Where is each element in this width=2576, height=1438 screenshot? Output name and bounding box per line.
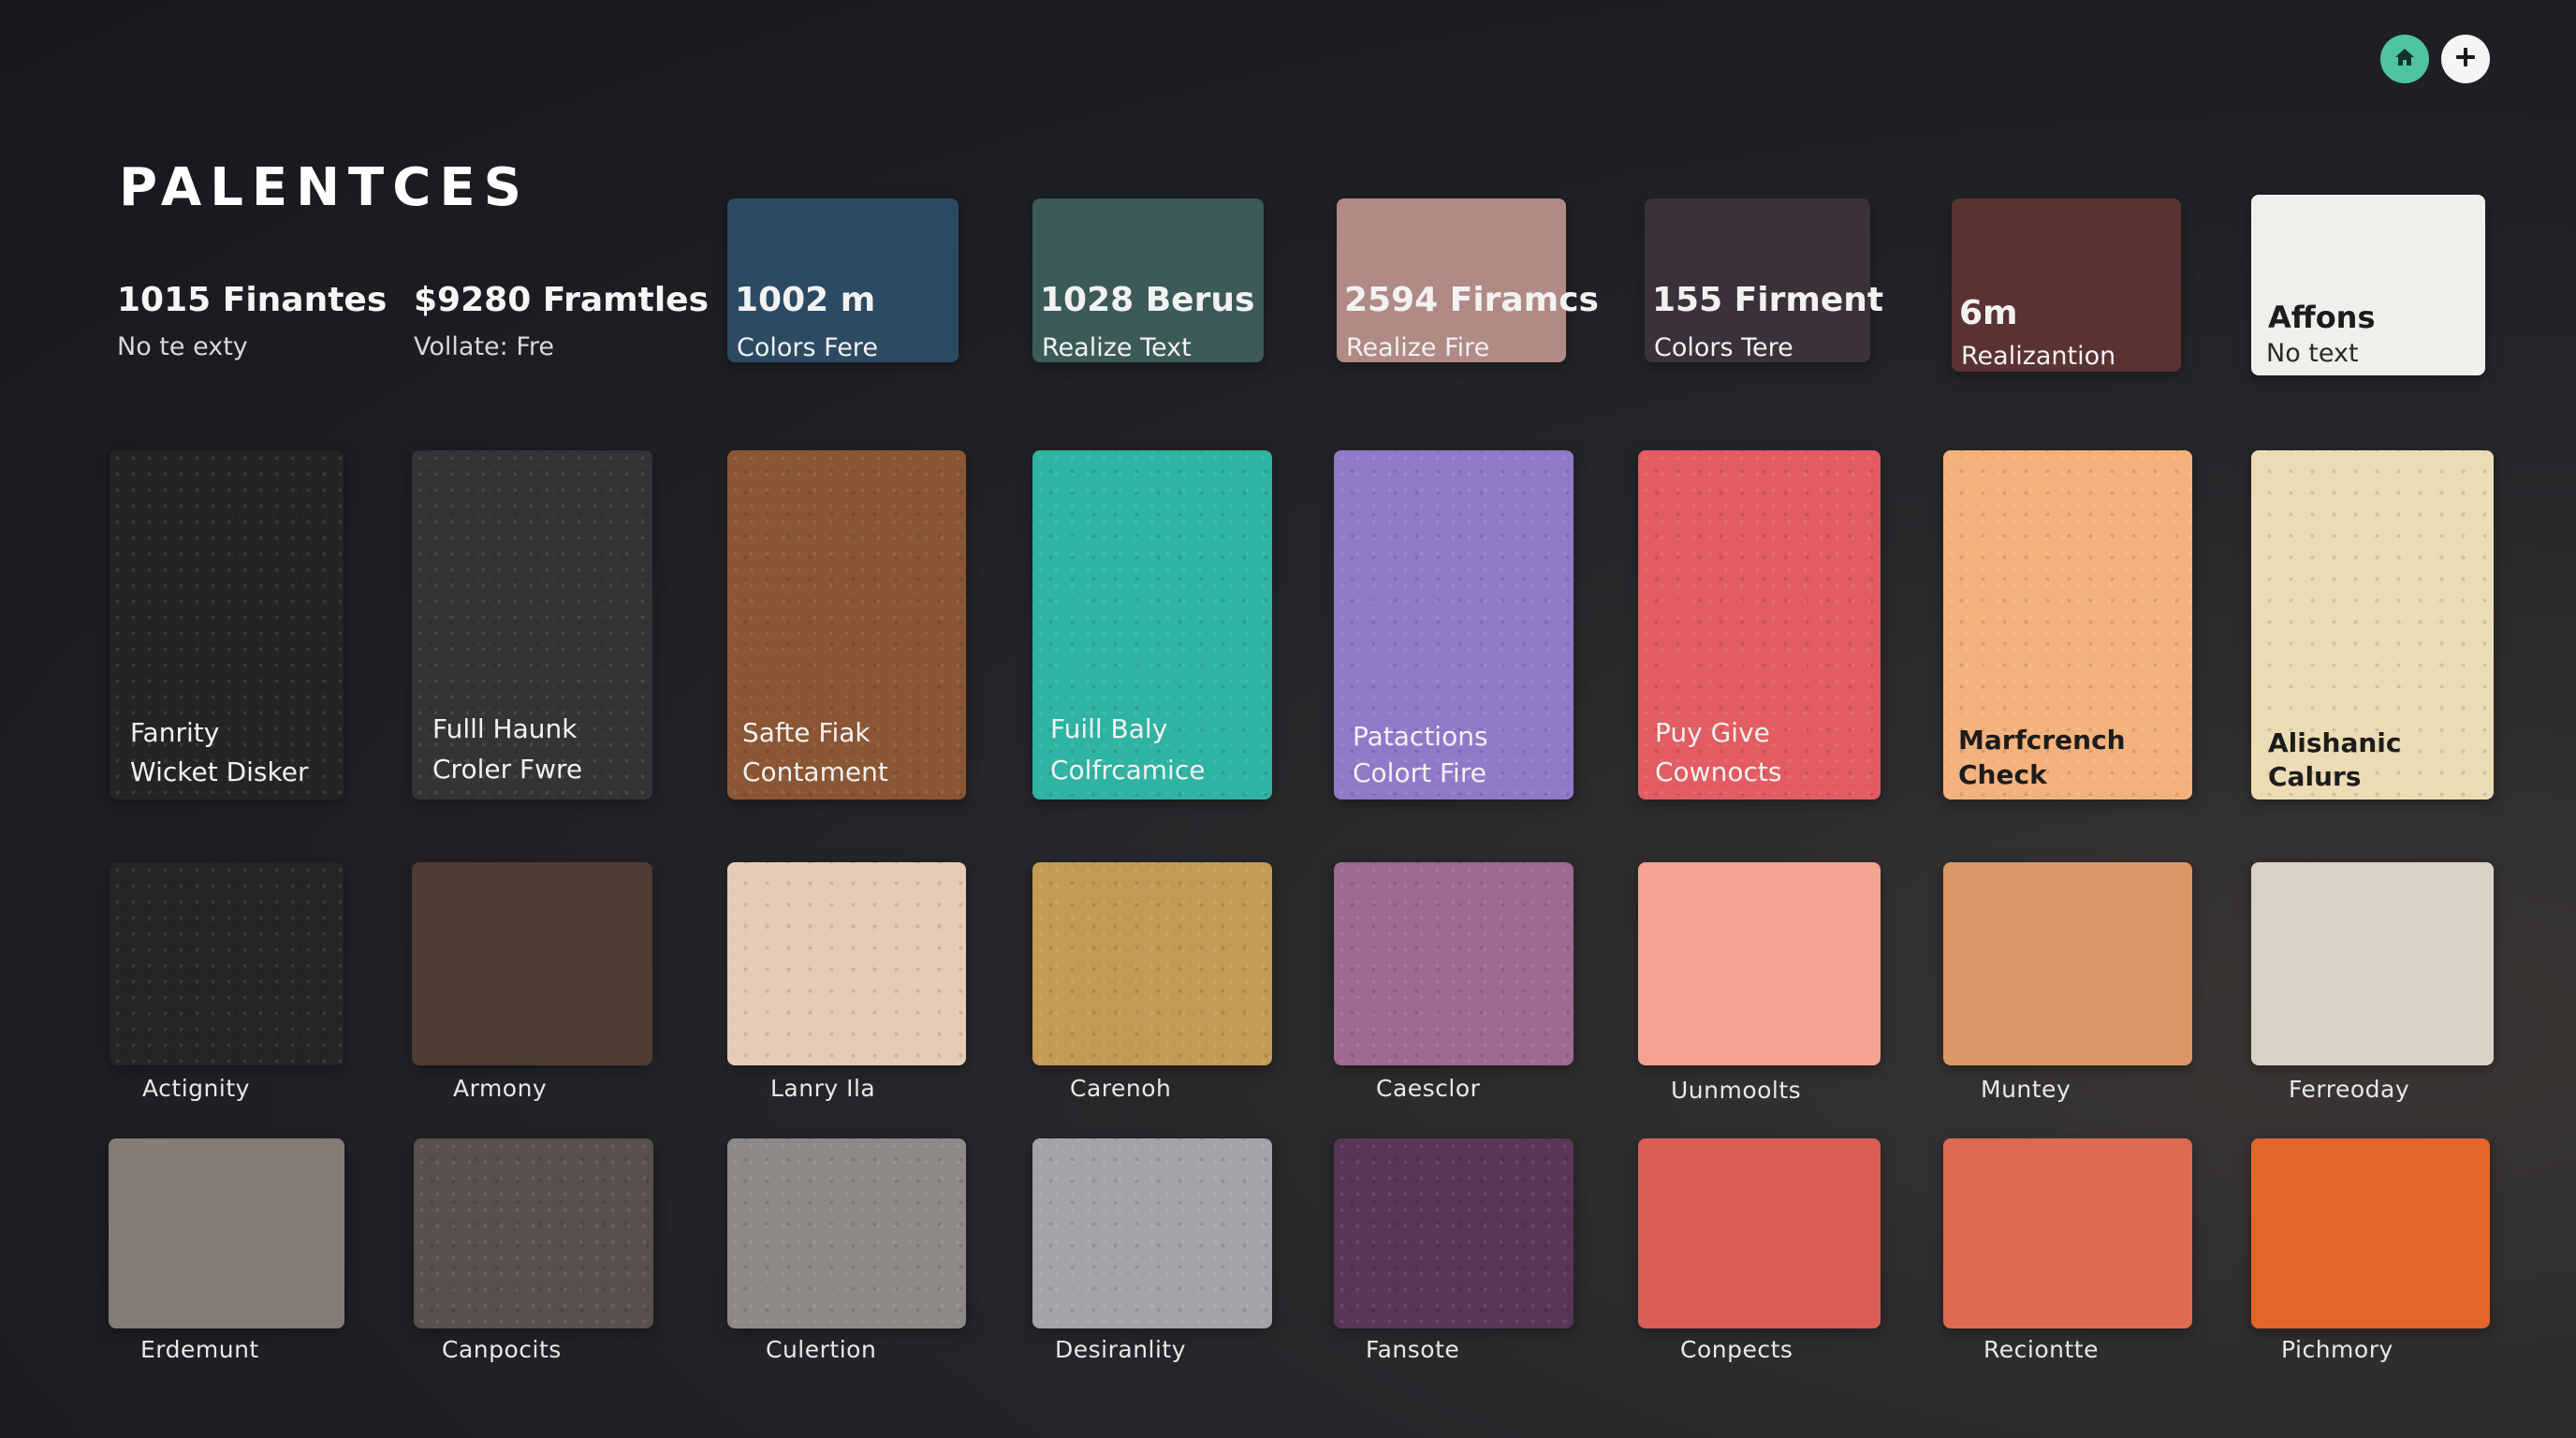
swatch-sublabel: Colort Fire — [1353, 757, 1486, 788]
swatch-sublabel: Wicket Disker — [130, 756, 309, 787]
card-subtitle: Realize Text — [1042, 333, 1192, 362]
swatch-square[interactable] — [1032, 1138, 1272, 1328]
swatch-square[interactable] — [1334, 862, 1573, 1065]
swatch-caption: Caesclor — [1376, 1075, 1481, 1102]
stat-subtitle: Vollate: Fre — [414, 332, 555, 361]
stat-finantes: 1015 Finantes No te exty — [117, 281, 387, 361]
swatch-square[interactable] — [727, 862, 966, 1065]
swatch-square[interactable] — [414, 1138, 653, 1328]
page-title: PALENTCES — [119, 157, 530, 218]
swatch-card[interactable]: Safte Fiak Contament — [727, 450, 966, 800]
swatch-card[interactable]: Puy Give Cownocts — [1638, 450, 1881, 800]
home-icon — [2393, 46, 2416, 72]
swatch-square[interactable] — [109, 1138, 344, 1328]
swatch-square[interactable] — [412, 862, 652, 1065]
swatch-label: Fuill Baly — [1050, 713, 1168, 744]
swatch-square[interactable] — [1334, 1138, 1573, 1328]
stat-framtles: $9280 Framtles Vollate: Fre — [414, 281, 709, 361]
card-subtitle: No text — [2266, 339, 2359, 368]
swatch-square[interactable] — [1032, 862, 1272, 1065]
swatch-sublabel: Contament — [742, 756, 888, 787]
swatch-caption: Canpocits — [442, 1336, 562, 1363]
swatch-square[interactable] — [727, 1138, 966, 1328]
swatch-label: Patactions — [1353, 721, 1488, 752]
swatch-caption: Fansote — [1366, 1336, 1460, 1363]
top-card[interactable]: 6m Realizantion — [1952, 198, 2181, 372]
card-subtitle: Realizantion — [1961, 342, 2116, 371]
top-card[interactable]: 1028 Berus Realize Text — [1032, 198, 1264, 362]
swatch-square[interactable] — [1638, 1138, 1881, 1328]
swatch-square[interactable] — [2251, 862, 2494, 1065]
swatch-label: Fanrity — [130, 717, 220, 748]
swatch-label: Alishanic — [2268, 727, 2402, 758]
swatch-label: Fulll Haunk — [432, 713, 578, 744]
card-title: Affons — [2268, 300, 2376, 335]
stat-title: 1015 Finantes — [117, 281, 388, 319]
swatch-caption: Muntey — [1981, 1076, 2071, 1103]
swatch-caption: Ferreoday — [2289, 1076, 2410, 1103]
swatch-caption: Armony — [453, 1075, 548, 1102]
card-title: 1028 Berus — [1040, 281, 1255, 319]
swatch-sublabel: Croler Fwre — [432, 754, 583, 785]
swatch-sublabel: Calurs — [2268, 761, 2362, 792]
swatch-square[interactable] — [1638, 862, 1881, 1065]
swatch-card[interactable]: Fanrity Wicket Disker — [110, 450, 344, 800]
top-card[interactable]: 155 Firment Colors Tere — [1645, 198, 1883, 362]
swatch-label: Puy Give — [1655, 717, 1770, 748]
add-button[interactable] — [2441, 35, 2490, 83]
swatch-square[interactable] — [1943, 1138, 2192, 1328]
swatch-card[interactable]: Alishanic Calurs — [2251, 450, 2494, 800]
swatch-caption: Carenoh — [1070, 1075, 1172, 1102]
swatch-square[interactable] — [110, 862, 344, 1065]
swatch-sublabel: Colfrcamice — [1050, 755, 1206, 785]
swatch-caption: Conpects — [1680, 1336, 1793, 1363]
card-subtitle: Realize Fire — [1346, 333, 1490, 362]
swatch-square[interactable] — [1943, 862, 2192, 1065]
plus-icon — [2452, 44, 2479, 74]
swatch-caption: Erdemunt — [140, 1336, 259, 1363]
swatch-caption: Culertion — [766, 1336, 877, 1363]
card-title: 1002 m — [735, 281, 876, 319]
home-button[interactable] — [2380, 35, 2429, 83]
top-card[interactable]: 1002 m Colors Fere — [727, 198, 959, 362]
swatch-caption: Uunmoolts — [1671, 1077, 1802, 1104]
stat-title: $9280 Framtles — [414, 281, 710, 319]
card-title: 155 Firment — [1652, 281, 1884, 319]
top-card[interactable]: Affons No text — [2251, 195, 2485, 375]
swatch-square[interactable] — [2251, 1138, 2490, 1328]
swatch-sublabel: Check — [1958, 759, 2047, 790]
card-title: 2594 Firamcs — [1344, 281, 1599, 319]
swatch-caption: Pichmory — [2281, 1336, 2393, 1363]
swatch-card[interactable]: Fulll Haunk Croler Fwre — [412, 450, 652, 800]
swatch-caption: Reciontte — [1983, 1336, 2099, 1363]
swatch-sublabel: Cownocts — [1655, 756, 1782, 787]
swatch-card[interactable]: Fuill Baly Colfrcamice — [1032, 450, 1272, 800]
swatch-caption: Lanry Ila — [770, 1075, 876, 1102]
swatch-card[interactable]: Marfcrench Check — [1943, 450, 2192, 800]
swatch-label: Safte Fiak — [742, 717, 871, 748]
card-subtitle: Colors Tere — [1654, 333, 1793, 362]
card-subtitle: Colors Fere — [737, 333, 878, 362]
swatch-label: Marfcrench — [1958, 725, 2126, 756]
stat-subtitle: No te exty — [117, 332, 248, 361]
swatch-card[interactable]: Patactions Colort Fire — [1334, 450, 1573, 800]
card-title: 6m — [1959, 294, 2018, 332]
swatch-caption: Desiranlity — [1055, 1336, 1187, 1363]
swatch-caption: Actignity — [142, 1075, 250, 1102]
top-card[interactable]: 2594 Firamcs Realize Fire — [1337, 198, 1599, 362]
